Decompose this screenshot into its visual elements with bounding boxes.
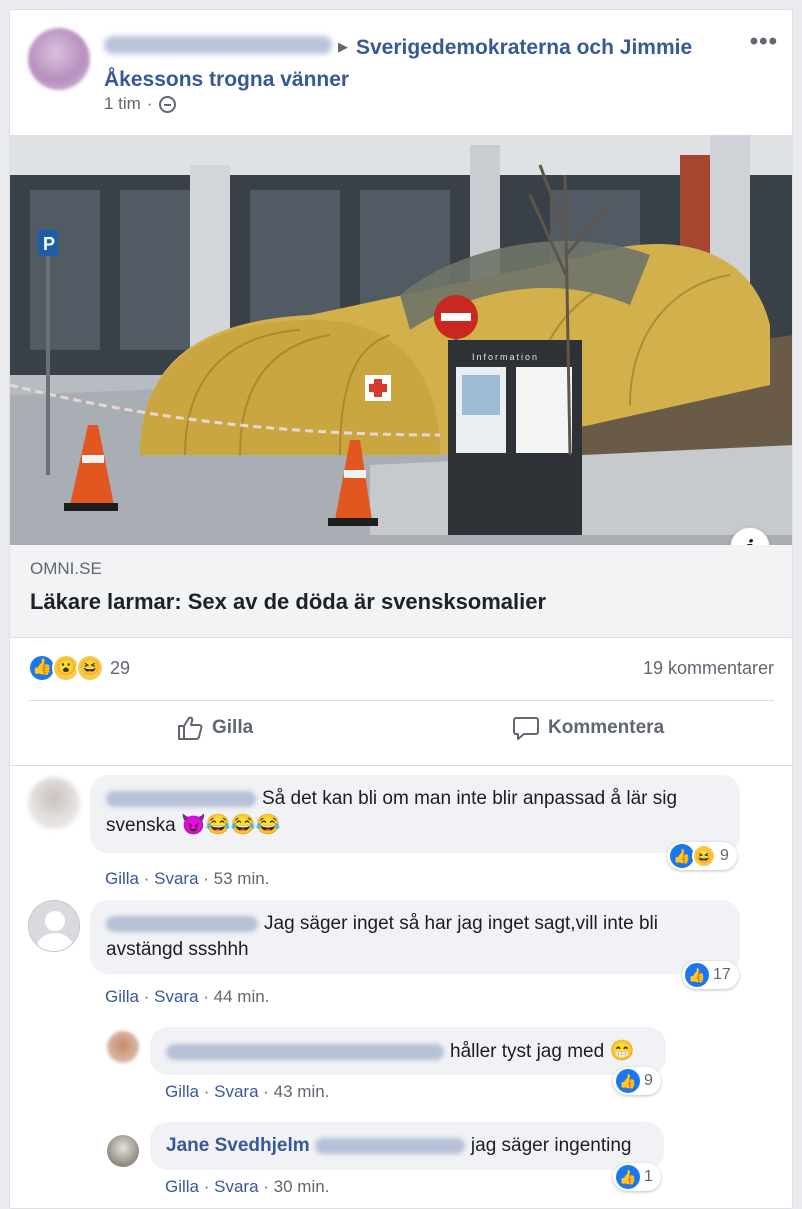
comment-like-link[interactable]: Gilla [165, 1082, 199, 1101]
comment-time[interactable]: 44 min. [214, 987, 270, 1006]
comment-reply-link[interactable]: Svara [214, 1177, 258, 1196]
comment-reactions[interactable]: 👍 17 [682, 961, 739, 989]
haha-icon: 😆 [76, 654, 104, 682]
reaction-summary[interactable]: 👍 😮 😆 29 [28, 654, 130, 682]
thumbs-up-icon [178, 716, 203, 740]
commenter-name-redacted[interactable] [166, 1043, 444, 1060]
comment-icon [513, 717, 539, 740]
comment-actions: Gilla · Svara · 43 min. [165, 1082, 330, 1101]
comment-author[interactable]: Jane Svedhjelm [166, 1135, 310, 1156]
group-name-link[interactable]: Sverigedemokraterna och Jimmie Åkessons … [104, 32, 744, 96]
reply-bubble: Jane Svedhjelm jag säger ingenting [150, 1122, 664, 1170]
commenter-name-redacted[interactable] [106, 915, 258, 932]
link-title[interactable]: Läkare larmar: Sex av de döda är svensks… [30, 589, 546, 615]
comment-reaction-count: 9 [644, 1072, 653, 1089]
comment-emoji: 😈😂😂😂 [180, 814, 281, 836]
comment-reply-link[interactable]: Svara [154, 987, 198, 1006]
comment-reaction-count: 17 [713, 966, 731, 983]
audience-globe-icon[interactable] [158, 95, 176, 113]
svg-text:P: P [43, 234, 55, 254]
hospital-tent-photo: P Information [10, 135, 792, 545]
post-timestamp[interactable]: 1 tim [104, 94, 141, 114]
meta-separator: · [146, 94, 153, 113]
link-domain: OMNI.SE [30, 559, 102, 578]
comment-bubble: Så det kan bli om man inte blir anpassad… [90, 775, 740, 853]
comment-like-link[interactable]: Gilla [105, 869, 139, 888]
post-card: ▶ Sverigedemokraterna och Jimmie Åkesson… [9, 9, 793, 1209]
divider [10, 765, 792, 766]
divider [28, 700, 774, 701]
comment-time[interactable]: 30 min. [274, 1177, 330, 1196]
comment-actions: Gilla · Svara · 53 min. [105, 869, 270, 888]
commenter-avatar[interactable] [107, 1031, 139, 1063]
comment-emoji: 😁 [609, 1040, 635, 1062]
poster-avatar[interactable] [28, 28, 90, 90]
haha-icon: 😆 [692, 844, 716, 868]
comment-like-link[interactable]: Gilla [105, 987, 139, 1006]
comment-reaction-count: 9 [720, 847, 729, 864]
like-icon: 👍 [616, 1165, 640, 1189]
post-meta: 1 tim · [104, 94, 176, 114]
comment-button[interactable]: Kommentera [512, 715, 664, 741]
comment-reply-link[interactable]: Svara [214, 1082, 258, 1101]
commenter-name-redacted [314, 1137, 465, 1154]
like-button[interactable]: Gilla [176, 715, 253, 741]
svg-text:Information: Information [472, 352, 539, 362]
like-button-label: Gilla [212, 717, 254, 738]
comment-reaction-count: 1 [644, 1168, 653, 1185]
comment-actions: Gilla · Svara · 44 min. [105, 987, 270, 1006]
comment-actions: Gilla · Svara · 30 min. [165, 1177, 330, 1196]
comment-time[interactable]: 43 min. [274, 1082, 330, 1101]
reply-bubble: håller tyst jag med 😁 [150, 1027, 666, 1075]
like-icon: 👍 [685, 963, 709, 987]
comment-reactions[interactable]: 👍 😆 9 [667, 842, 737, 870]
default-avatar-icon[interactable] [28, 900, 80, 952]
link-preview-image[interactable]: P Information [10, 135, 792, 545]
comment-button-label: Kommentera [548, 717, 665, 738]
comment-time[interactable]: 53 min. [214, 869, 270, 888]
commenter-name-redacted[interactable] [106, 790, 256, 807]
comment-text: jag säger ingenting [470, 1135, 632, 1156]
like-icon: 👍 [670, 844, 694, 868]
comment-reply-link[interactable]: Svara [154, 869, 198, 888]
comment-like-link[interactable]: Gilla [165, 1177, 199, 1196]
comment-bubble: Jag säger inget så har jag inget sagt,vi… [90, 900, 740, 974]
comment-reactions[interactable]: 👍 1 [613, 1163, 661, 1191]
comment-reactions[interactable]: 👍 9 [613, 1067, 661, 1095]
comment-text: håller tyst jag med [450, 1041, 605, 1062]
commenter-avatar[interactable] [28, 777, 80, 829]
reaction-count: 29 [110, 657, 131, 678]
link-preview-caption[interactable]: OMNI.SE Läkare larmar: Sex av de döda är… [10, 545, 792, 638]
commenter-avatar[interactable] [107, 1135, 139, 1167]
more-options-button[interactable]: ••• [750, 28, 778, 56]
like-icon: 👍 [616, 1069, 640, 1093]
comment-count-link[interactable]: 19 kommentarer [643, 658, 774, 679]
